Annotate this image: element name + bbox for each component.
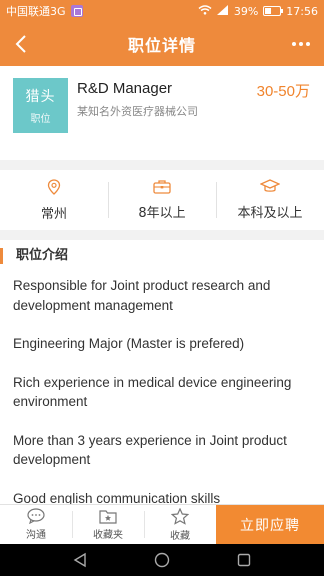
graduation-cap-icon bbox=[260, 179, 280, 192]
description-line: Engineering Major (Master is prefered) bbox=[13, 336, 245, 351]
location-text: 常州 bbox=[40, 206, 67, 222]
system-nav-bar bbox=[0, 544, 324, 576]
description-line: Rich experience in medical device engine… bbox=[13, 374, 292, 410]
company-name[interactable]: 某知名外资医疗器械公司 bbox=[77, 103, 198, 119]
back-button[interactable] bbox=[10, 33, 32, 55]
recents-square-icon[interactable] bbox=[237, 553, 251, 567]
clock: 17:56 bbox=[286, 4, 318, 18]
briefcase-icon bbox=[153, 180, 171, 194]
job-info-row: 常州 8年以上 本科及以上 bbox=[0, 170, 324, 230]
description-line: Good english communication skills bbox=[13, 490, 221, 505]
description-line: Responsible for Joint product research a… bbox=[13, 278, 271, 313]
info-experience: 8年以上 bbox=[108, 170, 216, 230]
signal-icon bbox=[216, 4, 229, 18]
carrier-label: 中国联通3G bbox=[6, 5, 66, 18]
job-title: R&D Manager bbox=[77, 80, 173, 97]
bottom-action-bar: 沟通 收藏夹 收藏 立即应聘 bbox=[0, 504, 324, 544]
folder-label: 收藏夹 bbox=[93, 530, 123, 541]
description-lines: Responsible for Joint product research a… bbox=[13, 276, 313, 504]
folder-star-icon bbox=[99, 510, 117, 524]
nav-bar: 职位详情 bbox=[0, 22, 324, 66]
back-triangle-icon[interactable] bbox=[73, 552, 87, 568]
favorite-button[interactable]: 收藏 bbox=[144, 505, 216, 544]
job-header: 猎头 职位 R&D Manager 30-50万 某知名外资医疗器械公司 bbox=[0, 66, 324, 160]
company-logo: 猎头 职位 bbox=[13, 78, 68, 133]
status-bar: 中国联通3G 39% 17:56 bbox=[0, 0, 324, 22]
education-text: 本科及以上 bbox=[237, 206, 303, 221]
home-circle-icon[interactable] bbox=[154, 552, 170, 568]
more-dots-icon bbox=[292, 42, 296, 46]
description-heading: 职位介绍 bbox=[0, 248, 68, 264]
location-pin-icon bbox=[47, 178, 61, 195]
job-description: 职位介绍 Responsible for Joint product resea… bbox=[0, 240, 324, 504]
experience-text: 8年以上 bbox=[138, 206, 186, 221]
logo-main-text: 猎头 bbox=[25, 89, 56, 105]
chat-button[interactable]: 沟通 bbox=[0, 505, 72, 544]
battery-percent: 39% bbox=[233, 4, 259, 18]
star-icon bbox=[171, 507, 189, 525]
wifi-icon bbox=[198, 4, 212, 18]
favorites-folder-button[interactable]: 收藏夹 bbox=[72, 505, 144, 544]
chat-bubble-icon bbox=[27, 508, 45, 524]
apply-now-button[interactable]: 立即应聘 bbox=[216, 505, 324, 544]
more-options-button[interactable] bbox=[288, 32, 314, 56]
battery-icon bbox=[263, 6, 284, 16]
page-title: 职位详情 bbox=[127, 36, 196, 55]
info-education: 本科及以上 bbox=[216, 170, 324, 230]
salary: 30-50万 bbox=[256, 83, 310, 100]
chevron-left-icon bbox=[15, 35, 26, 53]
sim-icon bbox=[70, 5, 83, 17]
description-line: More than 3 years experience in Joint pr… bbox=[13, 432, 287, 468]
info-location: 常州 bbox=[0, 170, 108, 230]
chat-label: 沟通 bbox=[26, 530, 46, 541]
logo-sub-text: 职位 bbox=[30, 114, 51, 125]
favorite-label: 收藏 bbox=[170, 530, 190, 542]
